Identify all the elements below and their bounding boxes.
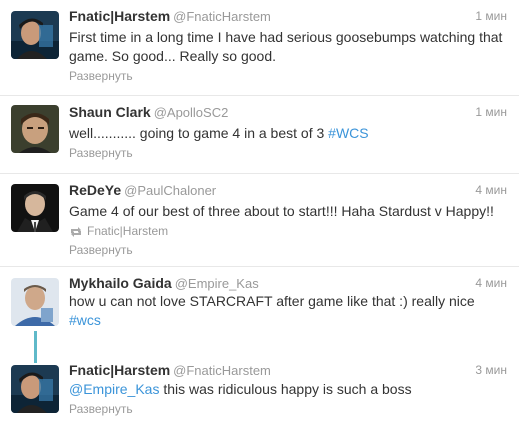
tweet-item[interactable]: Mykhailo Gaida @Empire_Kas 4 мин how u ca… [0,267,519,355]
retweeted-by[interactable]: Fnatic|Harstem [69,224,168,238]
tweet-timestamp[interactable]: 1 мин [475,105,507,119]
expand-link[interactable]: Развернуть [69,243,133,257]
tweet-username[interactable]: @Empire_Kas [175,276,259,291]
tweet-text-body: how u can not love STARCRAFT after game … [69,293,475,309]
tweet-username[interactable]: @FnaticHarstem [173,363,271,378]
expand-link[interactable]: Развернуть [69,402,133,416]
tweet-text: @Empire_Kas this was ridiculous happy is… [69,380,509,399]
tweet-text-body: this was ridiculous happy is such a boss [159,381,412,397]
tweet-text: Game 4 of our best of three about to sta… [69,203,494,219]
tweet-item[interactable]: Shaun Clark @ApolloSC2 1 мин well........… [0,96,519,174]
hashtag-link[interactable]: #WCS [328,125,368,141]
tweet-username[interactable]: @ApolloSC2 [154,105,229,120]
tweet-fullname[interactable]: ReDeYe [69,182,121,198]
mention-link[interactable]: @Empire_Kas [69,381,159,397]
expand-link[interactable]: Развернуть [69,69,133,83]
tweet-text-body: well........... going to game 4 in a bes… [69,125,329,141]
hashtag-link[interactable]: #wcs [69,312,101,328]
avatar[interactable] [11,184,59,232]
tweet-text: well........... going to game 4 in a bes… [69,124,509,143]
retweet-icon [71,227,81,237]
tweet-item[interactable]: Fnatic|Harstem @FnaticHarstem 3 мин @Empi… [0,355,519,428]
avatar[interactable] [11,365,59,413]
tweet-item[interactable]: Fnatic|Harstem @FnaticHarstem 1 мин First… [0,0,519,96]
tweet-timestamp[interactable]: 1 мин [475,9,507,23]
tweet-timestamp[interactable]: 4 мин [475,183,507,197]
avatar[interactable] [11,105,59,153]
tweet-timestamp[interactable]: 4 мин [475,276,507,290]
tweet-stream: Fnatic|Harstem @FnaticHarstem 1 мин First… [0,0,519,428]
tweet-timestamp[interactable]: 3 мин [475,363,507,377]
tweet-item[interactable]: ReDeYe @PaulChaloner 4 мин Game 4 of our … [0,174,519,267]
tweet-text: First time in a long time I have had ser… [69,29,503,64]
tweet-text: how u can not love STARCRAFT after game … [69,292,509,330]
expand-link[interactable]: Развернуть [69,146,133,160]
tweet-fullname[interactable]: Fnatic|Harstem [69,362,170,378]
retweeted-by-name[interactable]: Fnatic|Harstem [87,224,168,238]
tweet-fullname[interactable]: Shaun Clark [69,104,151,120]
tweet-username[interactable]: @PaulChaloner [124,183,216,198]
avatar[interactable] [11,278,59,326]
tweet-username[interactable]: @FnaticHarstem [173,9,271,24]
tweet-fullname[interactable]: Mykhailo Gaida [69,275,172,291]
avatar[interactable] [11,11,59,59]
tweet-fullname[interactable]: Fnatic|Harstem [69,8,170,24]
